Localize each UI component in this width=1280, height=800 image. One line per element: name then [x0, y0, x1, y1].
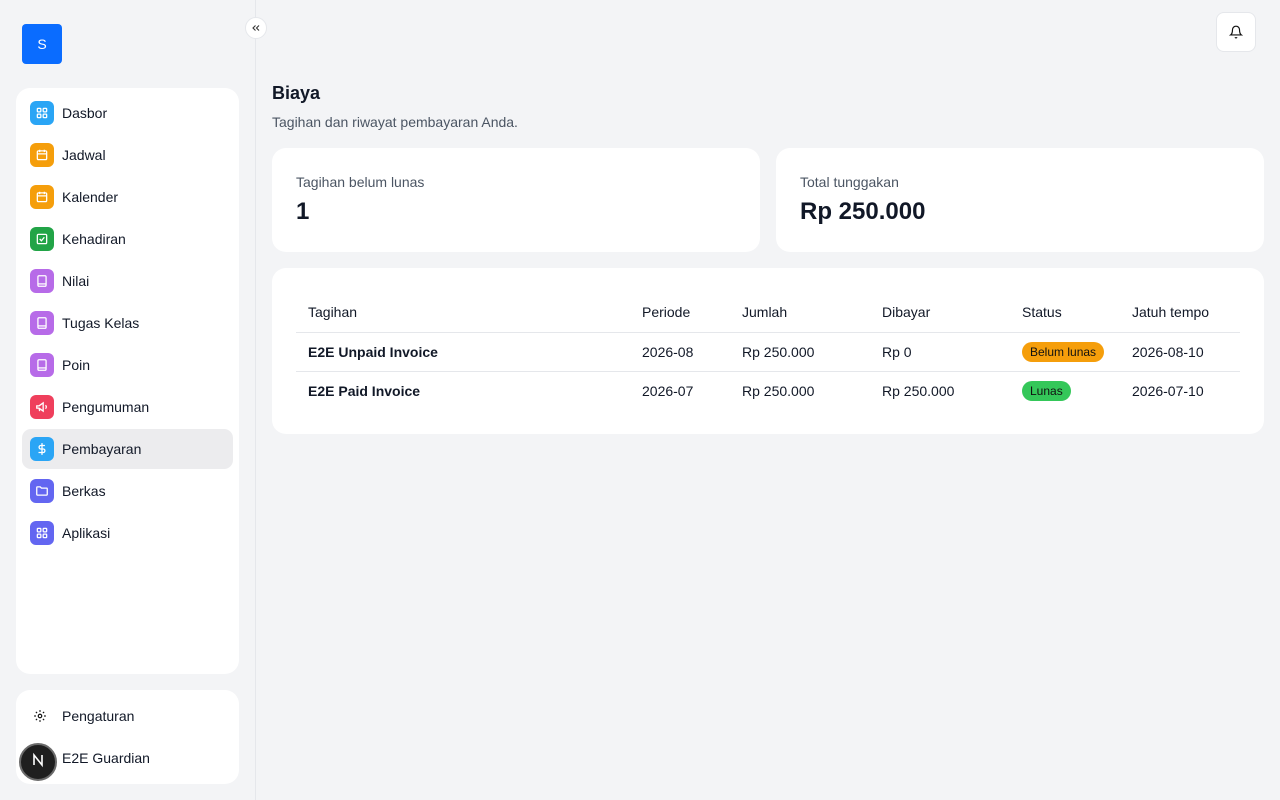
sidebar-item-label: Pembayaran	[62, 441, 142, 457]
sidebar-item-label: Poin	[62, 357, 91, 373]
bill-due: 2026-07-10	[1132, 382, 1204, 399]
table-header-row: Tagihan Periode Jumlah Dibayar Status Ja…	[296, 292, 1240, 333]
calendar-icon	[30, 185, 54, 209]
notifications-button[interactable]	[1216, 12, 1256, 52]
bill-due: 2026-08-10	[1120, 332, 1240, 372]
sidebar-item-kalender[interactable]: Kalender	[22, 177, 233, 217]
settings-label: Pengaturan	[62, 708, 135, 724]
book-icon	[30, 353, 54, 377]
sidebar-item-label: Kalender	[62, 189, 119, 205]
check-square-icon	[30, 227, 54, 251]
column-header: Periode	[630, 292, 730, 333]
stat-label: Tagihan belum lunas	[296, 174, 425, 190]
grid-icon	[30, 101, 54, 125]
bill-period: 2026-07	[642, 382, 694, 399]
sidebar-item-poin[interactable]: Poin	[22, 345, 233, 385]
chevrons-left-icon	[250, 22, 262, 34]
status-badge: Lunas	[1022, 380, 1071, 401]
folder-icon	[30, 479, 54, 503]
sidebar-item-settings[interactable]: Pengaturan	[30, 701, 134, 731]
sidebar-item-label: Jadwal	[62, 147, 106, 163]
bill-name: E2E Unpaid Invoice	[296, 332, 630, 372]
stat-label: Total tunggakan	[800, 174, 899, 190]
sidebar-item-label: Nilai	[62, 273, 90, 289]
bill-name: E2E Paid Invoice	[308, 382, 421, 399]
sidebar-item-label: Tugas Kelas	[62, 315, 140, 331]
sidebar-item-label: Aplikasi	[62, 525, 111, 541]
sidebar-item-tugas-kelas[interactable]: Tugas Kelas	[22, 303, 233, 343]
bell-icon	[1229, 25, 1243, 39]
page-title: Biaya	[272, 83, 321, 103]
sidebar-item-aplikasi[interactable]: Aplikasi	[22, 513, 233, 553]
stat-card-unpaid: Tagihan belum lunas 1	[272, 148, 760, 252]
stat-value: Rp 250.000	[800, 198, 926, 225]
column-header: Dibayar	[870, 292, 1010, 333]
table-row[interactable]: E2E Paid Invoice 2026-07 Rp 250.000 Rp 2…	[296, 371, 1240, 410]
sidebar-item-jadwal[interactable]: Jadwal	[22, 135, 233, 175]
bill-status: Belum lunas	[1010, 332, 1120, 372]
column-header: Status	[1010, 292, 1120, 333]
sidebar-item-kehadiran[interactable]: Kehadiran	[22, 219, 233, 259]
bill-period: 2026-08	[630, 332, 730, 372]
user-name: E2E Guardian	[62, 750, 150, 766]
avatar[interactable]	[19, 743, 57, 781]
bill-amount: Rp 250.000	[742, 382, 815, 399]
sidebar-item-pengumuman[interactable]: Pengumuman	[22, 387, 233, 427]
invoices-card: Tagihan Periode Jumlah Dibayar Status Ja…	[272, 268, 1264, 434]
sidebar-item-berkas[interactable]: Berkas	[22, 471, 233, 511]
app-logo[interactable]: S	[22, 24, 62, 64]
column-header: Tagihan	[296, 292, 630, 333]
invoices-table: Tagihan Periode Jumlah Dibayar Status Ja…	[296, 292, 1240, 410]
sidebar-item-label: Berkas	[62, 483, 106, 499]
apps-icon	[30, 521, 54, 545]
sidebar-item-label: Kehadiran	[62, 231, 126, 247]
n-logo-icon	[30, 752, 46, 773]
status-badge: Belum lunas	[1022, 341, 1105, 362]
dollar-icon	[30, 437, 54, 461]
calendar-icon	[30, 143, 54, 167]
page-subtitle: Tagihan dan riwayat pembayaran Anda.	[272, 114, 518, 130]
gear-icon	[30, 709, 50, 723]
book-icon	[30, 311, 54, 335]
megaphone-icon	[30, 395, 54, 419]
bill-amount: Rp 250.000	[730, 332, 870, 372]
sidebar-item-nilai[interactable]: Nilai	[22, 261, 233, 301]
sidebar-item-label: Dasbor	[62, 105, 108, 121]
stat-card-total: Total tunggakan Rp 250.000	[776, 148, 1264, 252]
collapse-sidebar-button[interactable]	[245, 17, 267, 39]
sidebar-item-user[interactable]: E2E Guardian	[62, 743, 150, 773]
sidebar: S Dasbor Jadwal Kalender Kehadiran Nilai Tuga…	[0, 0, 256, 800]
sidebar-nav: Dasbor Jadwal Kalender Kehadiran Nilai Tugas …	[16, 88, 239, 674]
bill-paid: Rp 250.000	[882, 382, 955, 399]
bill-status: Lunas	[1010, 371, 1120, 410]
bill-paid: Rp 0	[870, 332, 1010, 372]
sidebar-item-label: Pengumuman	[62, 399, 150, 415]
book-icon	[30, 269, 54, 293]
column-header: Jumlah	[730, 292, 870, 333]
stat-value: 1	[296, 198, 310, 225]
sidebar-item-dasbor[interactable]: Dasbor	[22, 93, 233, 133]
sidebar-item-pembayaran[interactable]: Pembayaran	[22, 429, 233, 469]
table-row[interactable]: E2E Unpaid Invoice 2026-08 Rp 250.000 Rp…	[296, 332, 1240, 372]
column-header: Jatuh tempo	[1120, 292, 1240, 333]
